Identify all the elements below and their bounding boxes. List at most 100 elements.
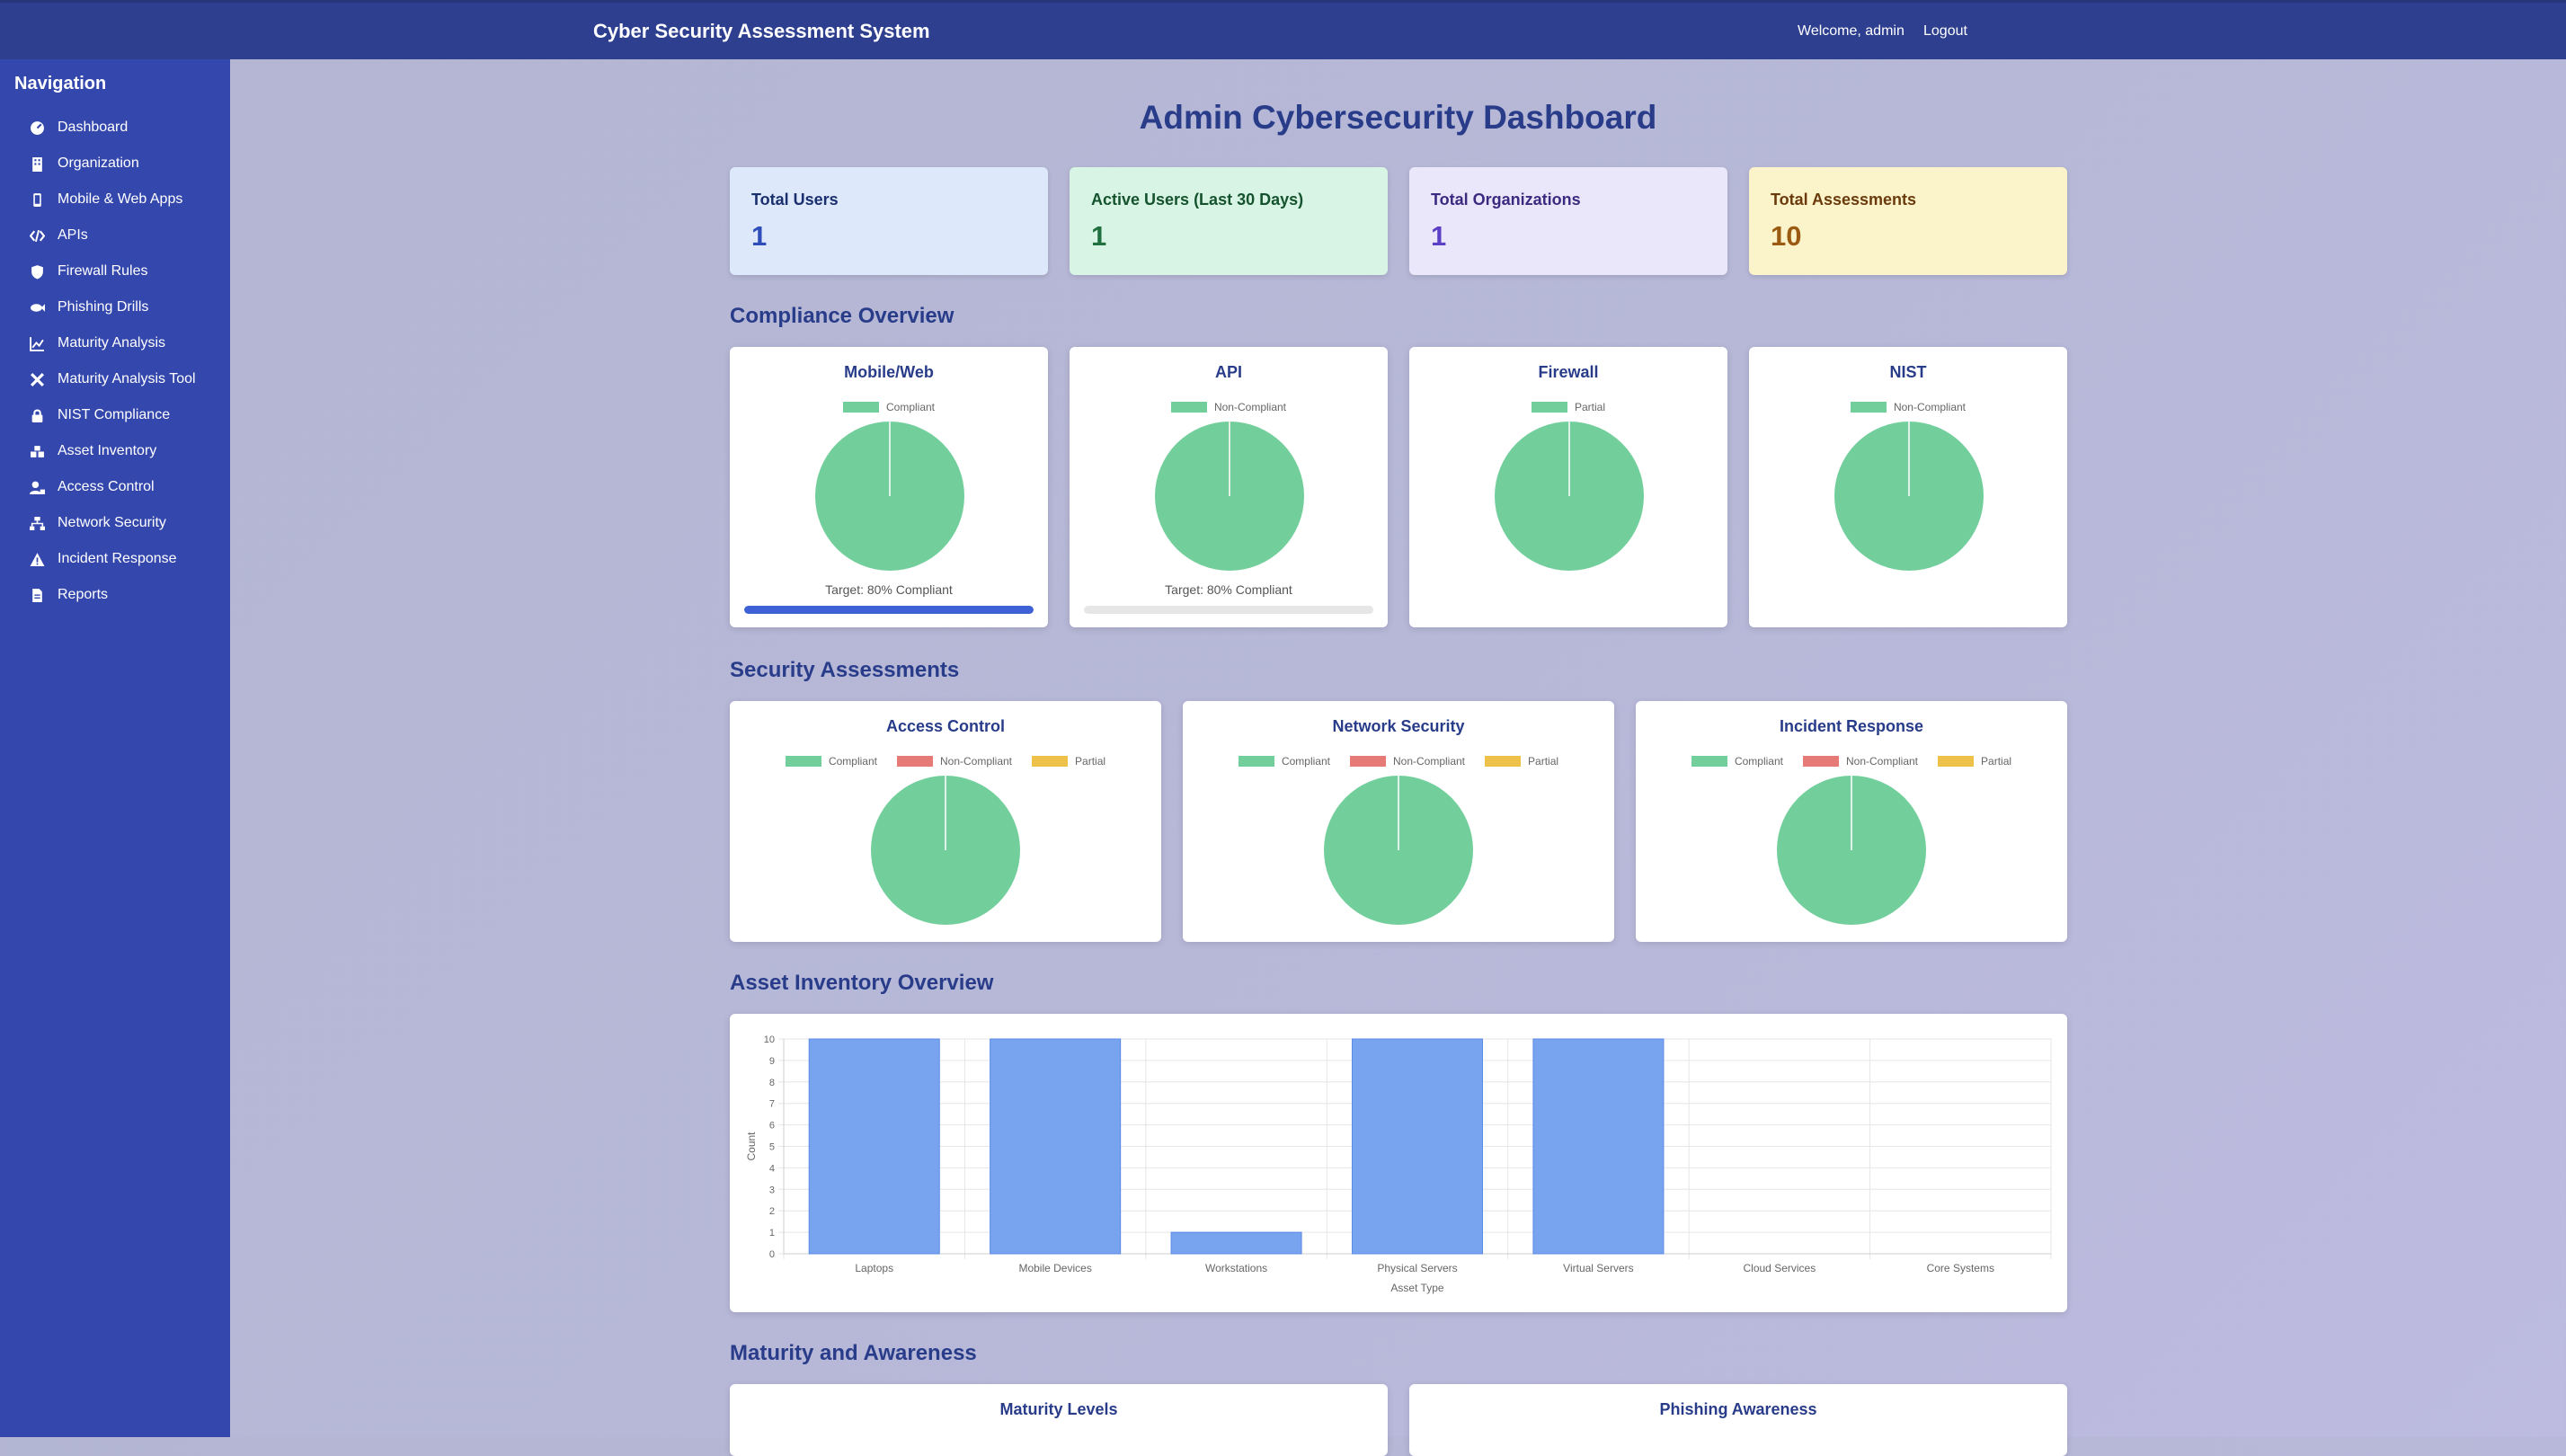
sidebar-item-incident-response[interactable]: Incident Response (0, 541, 230, 577)
y-axis-title: Count (745, 1132, 758, 1161)
sidebar-item-label: Network Security (58, 515, 166, 530)
card-title: NIST (1889, 363, 1927, 381)
app-title: Cyber Security Assessment System (593, 20, 930, 42)
x-axis-title: Asset Type (1390, 1282, 1443, 1294)
sidebar-item-nist-compliance[interactable]: NIST Compliance (0, 397, 230, 433)
logout-link[interactable]: Logout (1923, 3, 1967, 59)
chart-legend: Compliant Non-Compliant Partial (1183, 755, 1614, 768)
legend-item[interactable]: Partial (1938, 755, 2011, 768)
phishing-awareness-card: Phishing Awareness (1409, 1384, 2067, 1456)
sidebar-item-label: NIST Compliance (58, 407, 171, 422)
legend-swatch (1485, 756, 1522, 767)
bar[interactable] (990, 1038, 1122, 1255)
lock-icon (29, 407, 45, 423)
card-title: Network Security (1332, 717, 1465, 735)
progress-fill (744, 606, 1034, 614)
legend-item[interactable]: Non-Compliant (896, 755, 1012, 768)
sidebar-item-label: Phishing Drills (58, 299, 149, 315)
legend-swatch (1349, 756, 1386, 767)
sidebar-item-organization[interactable]: Organization (0, 146, 230, 182)
legend-item[interactable]: Compliant (1238, 755, 1330, 768)
card-title: Mobile/Web (844, 363, 934, 381)
legend-item[interactable]: Compliant (842, 401, 935, 413)
legend-item[interactable]: Compliant (785, 755, 877, 768)
sidebar-item-label: Maturity Analysis (58, 335, 166, 351)
asset-inventory-title: Asset Inventory Overview (730, 971, 994, 995)
legend-item[interactable]: Partial (1531, 401, 1605, 413)
card-title: Phishing Awareness (1659, 1400, 1817, 1418)
maturity-awareness-title: Maturity and Awareness (730, 1341, 977, 1365)
chart-legend: Compliant (730, 401, 1048, 413)
sidebar-item-label: APIs (58, 227, 88, 243)
bar[interactable] (1351, 1038, 1484, 1255)
mobile-icon (29, 191, 45, 208)
sidebar-item-maturity-analysis[interactable]: Maturity Analysis (0, 325, 230, 361)
asset-inventory-card: 0 1 2 3 4 5 6 7 8 9 10 Laptops Mobile Devices Worksta… (730, 1014, 2067, 1312)
card-title: Firewall (1538, 363, 1599, 381)
sidebar-item-dashboard[interactable]: Dashboard (0, 110, 230, 146)
sidebar-item-mobile-web-apps[interactable]: Mobile & Web Apps (0, 182, 230, 218)
chart-legend: Non-Compliant (1070, 401, 1388, 413)
legend-swatch (785, 756, 821, 767)
sidebar-item-access-control[interactable]: Access Control (0, 469, 230, 505)
legend-swatch (1691, 756, 1727, 767)
pie-chart (1155, 422, 1304, 571)
y-tick-label: 1 (769, 1228, 775, 1238)
nav-list: Dashboard Organization Mobile & Web Apps… (0, 110, 230, 613)
x-tick-label: Virtual Servers (1563, 1262, 1633, 1274)
legend-swatch (1802, 756, 1839, 767)
y-tick-label: 0 (769, 1249, 775, 1260)
y-tick-label: 8 (769, 1078, 775, 1088)
legend-item[interactable]: Partial (1032, 755, 1105, 768)
compliance-card-nist: NIST Non-Compliant (1749, 347, 2067, 627)
y-tick-label: 9 (769, 1056, 775, 1067)
legend-item[interactable]: Non-Compliant (1349, 755, 1465, 768)
sidebar-item-apis[interactable]: APIs (0, 218, 230, 253)
sidebar-item-asset-inventory[interactable]: Asset Inventory (0, 433, 230, 469)
sidebar-item-label: Firewall Rules (58, 263, 148, 279)
sidebar-item-label: Mobile & Web Apps (58, 191, 183, 207)
bar[interactable] (1532, 1038, 1665, 1255)
legend-item[interactable]: Compliant (1691, 755, 1783, 768)
y-tick-label: 4 (769, 1163, 775, 1174)
compliance-card-firewall: Firewall Partial (1409, 347, 1727, 627)
shield-icon (29, 263, 45, 280)
sidebar-item-phishing-drills[interactable]: Phishing Drills (0, 289, 230, 325)
stat-label: Total Assessments (1771, 191, 1917, 209)
legend-swatch (1170, 402, 1207, 413)
bar[interactable] (808, 1038, 940, 1255)
sidebar-item-maturity-analysis-tool[interactable]: Maturity Analysis Tool (0, 361, 230, 397)
stat-value: 1 (1091, 220, 1107, 252)
sidebar-item-reports[interactable]: Reports (0, 577, 230, 613)
sidebar-item-firewall-rules[interactable]: Firewall Rules (0, 253, 230, 289)
legend-swatch (842, 402, 879, 413)
bar[interactable] (1170, 1231, 1302, 1255)
card-title: Access Control (885, 717, 1006, 735)
line-chart-icon (29, 335, 45, 351)
code-icon (29, 227, 45, 244)
stat-value: 1 (1431, 220, 1447, 252)
progress-bar (744, 606, 1034, 614)
stat-label: Total Organizations (1431, 191, 1581, 209)
sidebar-item-network-security[interactable]: Network Security (0, 505, 230, 541)
sidebar-item-label: Incident Response (58, 551, 177, 566)
dashboard-icon (29, 120, 45, 136)
chart-legend: Compliant Non-Compliant Partial (730, 755, 1161, 768)
pie-chart (1834, 422, 1984, 571)
legend-item[interactable]: Partial (1485, 755, 1558, 768)
security-card-access-control: Access Control Compliant Non-Compliant P… (730, 701, 1161, 942)
legend-item[interactable]: Non-Compliant (1802, 755, 1918, 768)
legend-swatch (1850, 402, 1887, 413)
security-card-network-security: Network Security Compliant Non-Compliant… (1183, 701, 1614, 942)
x-tick-label: Mobile Devices (1018, 1262, 1091, 1274)
legend-item[interactable]: Non-Compliant (1170, 401, 1286, 413)
pie-chart (1495, 422, 1644, 571)
legend-item[interactable]: Non-Compliant (1850, 401, 1966, 413)
y-tick-label: 3 (769, 1185, 775, 1195)
sidebar-item-label: Maturity Analysis Tool (58, 371, 196, 386)
user-lock-icon (29, 479, 45, 495)
bar-chart: 0 1 2 3 4 5 6 7 8 9 10 Laptops Mobile Devices Worksta… (745, 1034, 2052, 1294)
pie-chart (1777, 776, 1926, 925)
file-icon (29, 587, 45, 603)
sidebar-item-label: Dashboard (58, 120, 129, 135)
